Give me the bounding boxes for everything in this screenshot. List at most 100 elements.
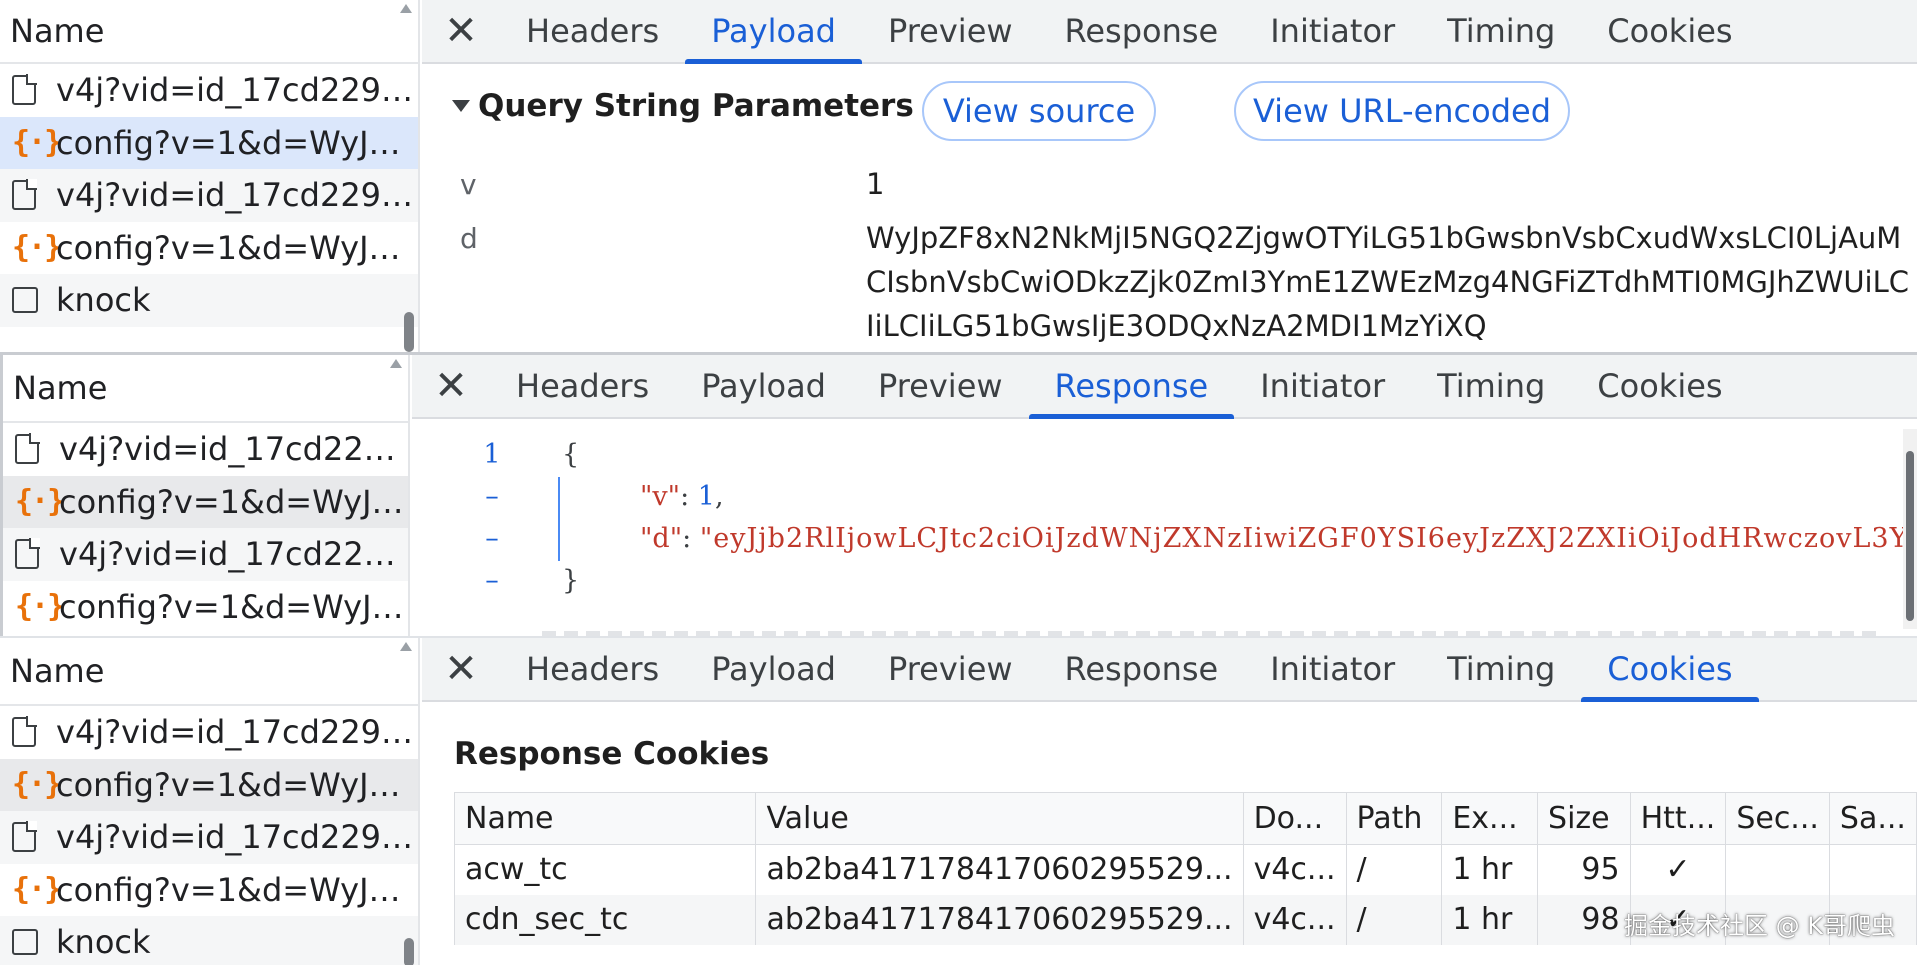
request-row[interactable]: v4j?vid=id_17cd2294... [0, 811, 418, 864]
document-icon [12, 74, 46, 106]
cookie-value: ab2ba417178417060295529... [755, 894, 1244, 945]
tab-preview[interactable]: Preview [862, 638, 1039, 700]
response-code-viewer[interactable]: 1 – – – { "v": 1, "d": "eyJjb2RlIjowLCJt… [412, 419, 1917, 636]
json-braces-icon: {·} [12, 767, 62, 803]
tab-timing[interactable]: Timing [1421, 0, 1581, 62]
name-column-header[interactable]: Name [0, 638, 418, 706]
column-header-path[interactable]: Path [1345, 792, 1443, 845]
column-header-expires[interactable]: Ex... [1441, 792, 1539, 845]
document-icon [15, 433, 49, 465]
column-header-samesite[interactable]: Sa... [1828, 792, 1917, 845]
cookie-expires: 1 hr [1441, 844, 1539, 895]
tab-timing[interactable]: Timing [1421, 638, 1581, 700]
tab-headers[interactable]: Headers [500, 638, 685, 700]
detail-tabbar: ✕ Headers Payload Preview Response Initi… [412, 355, 1917, 419]
fold-marker[interactable]: – [472, 481, 512, 512]
request-row[interactable]: v4j?vid=id_17cd2294... [0, 64, 418, 117]
column-header-value[interactable]: Value [755, 792, 1244, 845]
request-name: v4j?vid=id_17cd2294... [59, 535, 408, 574]
json-braces-icon: {·} [12, 230, 62, 266]
tab-payload[interactable]: Payload [685, 0, 862, 64]
request-row[interactable]: v4j?vid=id_17cd2294... [0, 169, 418, 222]
cookie-name: cdn_sec_tc [453, 894, 757, 945]
request-row[interactable]: {·} config?v=1&d=WyJp... [0, 222, 418, 275]
request-row-selected[interactable]: {·} config?v=1&d=WyJp... [0, 116, 418, 169]
column-header-domain[interactable]: Do... [1242, 792, 1347, 845]
column-header-size[interactable]: Size [1537, 792, 1631, 845]
request-row-selected[interactable]: {·} config?v=1&d=WyJp... [0, 758, 418, 811]
fold-marker[interactable]: – [472, 565, 512, 596]
collapse-triangle-icon [452, 100, 470, 112]
name-header-label: Name [13, 369, 108, 407]
json-braces-icon: {·} [12, 125, 62, 161]
request-list-scrollbar[interactable] [404, 938, 414, 965]
request-name: config?v=1&d=WyJp... [59, 587, 408, 626]
tab-timing[interactable]: Timing [1411, 355, 1571, 417]
table-row[interactable]: acw_tc ab2ba417178417060295529... v4c...… [453, 844, 1917, 895]
name-column-header[interactable]: Name [0, 0, 418, 64]
column-header-httponly[interactable]: Htt... [1629, 792, 1727, 845]
scroll-up-arrow-icon[interactable] [400, 4, 412, 13]
request-row[interactable]: v4j?vid=id_17cd2294... [3, 423, 408, 476]
request-name: v4j?vid=id_17cd2294... [56, 71, 418, 110]
request-row[interactable]: v4j?vid=id_17cd2294... [3, 528, 408, 581]
code-scrollbar[interactable] [1903, 429, 1917, 629]
tab-headers[interactable]: Headers [500, 0, 685, 62]
request-name: config?v=1&d=WyJp... [56, 228, 418, 267]
json-braces-icon: {·} [12, 872, 62, 908]
column-header-secure[interactable]: Sec... [1725, 792, 1830, 845]
tab-preview[interactable]: Preview [862, 0, 1039, 62]
tab-initiator[interactable]: Initiator [1244, 0, 1421, 62]
cookie-secure [1725, 844, 1830, 895]
close-icon[interactable]: ✕ [422, 638, 500, 700]
request-name: config?v=1&d=WyJp... [56, 123, 418, 162]
request-name: v4j?vid=id_17cd2294... [56, 176, 418, 215]
request-row[interactable]: {·} config?v=1&d=WyJp... [3, 581, 408, 634]
close-icon[interactable]: ✕ [412, 355, 490, 417]
request-row[interactable]: knock [0, 274, 418, 327]
request-name: v4j?vid=id_17cd2294... [56, 713, 418, 752]
tab-cookies[interactable]: Cookies [1571, 355, 1748, 417]
tab-cookies[interactable]: Cookies [1581, 0, 1758, 62]
indent-guide [558, 477, 560, 561]
cookie-name: acw_tc [453, 844, 757, 895]
detail-pane: ✕ Headers Payload Preview Response Initi… [422, 0, 1917, 352]
column-header-name[interactable]: Name [453, 792, 757, 845]
tab-response[interactable]: Response [1039, 0, 1245, 62]
view-source-button[interactable]: View source [922, 81, 1156, 141]
query-string-section-toggle[interactable]: Query String Parameters [452, 88, 914, 124]
tab-headers[interactable]: Headers [490, 355, 675, 417]
request-row[interactable]: {·} config?v=1&d=WyJp... [0, 864, 418, 917]
cookie-expires: 1 hr [1441, 894, 1539, 945]
request-row[interactable]: v4j?vid=id_17cd2294... [0, 706, 418, 759]
code-close-brace: } [562, 565, 580, 596]
json-key: "d" [640, 523, 683, 554]
request-row[interactable]: knock [0, 916, 418, 965]
scroll-up-arrow-icon[interactable] [400, 642, 412, 651]
tab-response[interactable]: Response [1028, 355, 1235, 419]
view-url-encoded-button[interactable]: View URL-encoded [1234, 81, 1570, 141]
close-icon[interactable]: ✕ [422, 0, 500, 62]
tab-initiator[interactable]: Initiator [1234, 355, 1411, 417]
tab-preview[interactable]: Preview [852, 355, 1029, 417]
tab-payload[interactable]: Payload [675, 355, 852, 417]
fold-marker[interactable]: – [472, 523, 512, 554]
request-name: config?v=1&d=WyJp... [59, 482, 408, 521]
name-column-header[interactable]: Name [3, 355, 408, 423]
scroll-up-arrow-icon[interactable] [390, 359, 402, 368]
request-row-selected[interactable]: {·} config?v=1&d=WyJp... [3, 475, 408, 528]
param-value-line: IiLCIiLG51bGwsIjE3ODQxNzA2MDI1MzYiXQ [866, 309, 1487, 343]
tab-initiator[interactable]: Initiator [1244, 638, 1421, 700]
tab-payload[interactable]: Payload [685, 638, 862, 700]
document-icon [12, 821, 46, 853]
detail-pane: ✕ Headers Payload Preview Response Initi… [412, 355, 1917, 636]
httponly-check-icon: ✓ [1629, 844, 1727, 895]
tab-cookies[interactable]: Cookies [1581, 638, 1759, 702]
cookie-path: / [1345, 844, 1443, 895]
cookies-header-row: Name Value Do... Path Ex... Size Htt... … [453, 792, 1917, 845]
request-list-scrollbar[interactable] [404, 312, 414, 352]
detail-tabbar: ✕ Headers Payload Preview Response Initi… [422, 0, 1917, 64]
cookie-domain: v4c... [1242, 844, 1347, 895]
tab-response[interactable]: Response [1039, 638, 1245, 700]
request-list: Name v4j?vid=id_17cd2294... {·} config?v=… [0, 638, 420, 965]
